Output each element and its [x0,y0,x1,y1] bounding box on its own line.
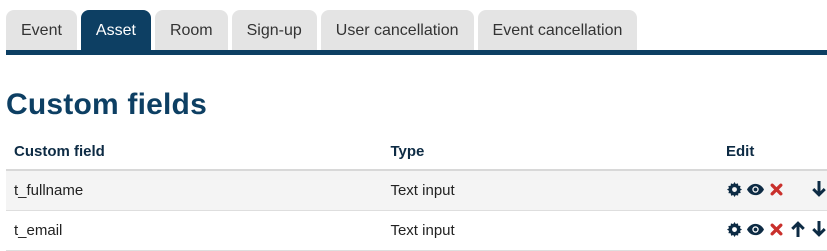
header-custom-field: Custom field [6,133,383,171]
table-row: t_email Text input [6,210,827,251]
show-icon[interactable] [747,181,764,198]
tab-event-cancellation[interactable]: Event cancellation [477,10,638,52]
tab-bar: Event Asset Room Sign-up User cancellati… [6,8,638,52]
tab-user-cancellation[interactable]: User cancellation [320,10,474,52]
tab-event[interactable]: Event [6,10,77,52]
tab-label: Asset [95,22,136,39]
tab-label: Event [21,22,62,39]
move-down-icon[interactable] [810,181,827,198]
edit-actions-cell [718,170,827,211]
tab-label: Event cancellation [492,22,623,39]
delete-icon[interactable] [768,181,785,198]
delete-icon[interactable] [768,221,785,238]
tab-underline [6,50,827,55]
move-up-icon[interactable] [789,221,806,238]
field-name-cell: t_fullname [6,170,383,211]
tab-label: Sign-up [246,22,302,39]
settings-icon[interactable] [726,221,743,238]
tab-sign-up[interactable]: Sign-up [231,10,317,52]
table-row: t_fullname Text input [6,170,827,211]
page-title: Custom fields [6,88,207,121]
header-edit: Edit [718,133,827,171]
settings-icon[interactable] [726,181,743,198]
field-name-cell: t_email [6,210,383,251]
tab-label: Room [169,22,213,39]
tab-room[interactable]: Room [154,10,228,52]
show-icon[interactable] [747,221,764,238]
empty-slot [789,181,806,198]
field-type-cell: Text input [382,210,718,251]
header-type: Type [382,133,718,171]
table-header-row: Custom field Type Edit [6,133,827,171]
custom-fields-table: Custom field Type Edit t_fullname Text i… [6,133,827,251]
tab-label: User cancellation [335,22,459,39]
field-type-cell: Text input [382,170,718,211]
move-down-icon[interactable] [810,221,827,238]
tab-asset[interactable]: Asset [80,10,151,52]
edit-actions-cell [718,210,827,251]
